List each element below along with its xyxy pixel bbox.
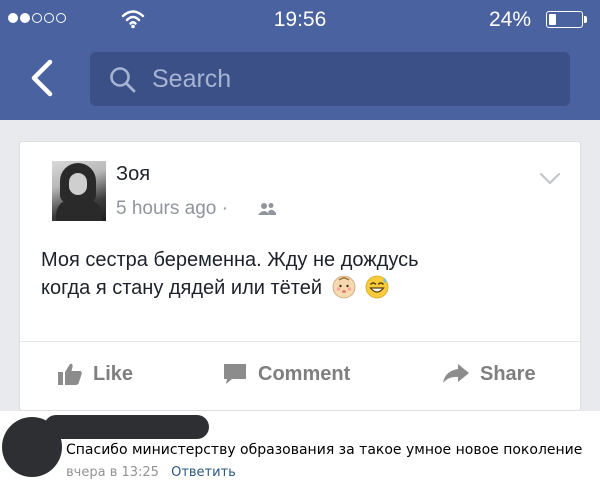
back-button[interactable] [22,56,62,100]
like-label: Like [93,362,134,385]
thumbs-up-icon [58,363,82,385]
comment-icon [224,364,246,384]
grinning-sweat-icon [365,275,389,299]
reply-link[interactable]: Ответить [171,465,236,480]
search-placeholder: Search [152,65,232,93]
author-avatar[interactable] [52,161,106,221]
battery-tip [584,16,587,23]
comment-label: Comment [258,362,351,385]
comment-item: Спасибо министерству образования за тако… [0,411,600,489]
app-header: 19:56 24% Search [0,0,600,120]
status-bar: 19:56 24% [0,0,600,40]
comment-time: вчера в 13:25 [66,465,159,480]
share-button[interactable]: Share [442,362,536,386]
search-input[interactable]: Search [90,52,570,106]
friends-icon [258,203,276,215]
share-icon [443,364,469,383]
post-text-line-1: Моя сестра беременна. Жду не дождусь [41,249,419,271]
like-button[interactable]: Like [57,362,133,386]
comment-button[interactable]: Comment [222,362,350,386]
battery-percentage: 24% [489,8,532,31]
comment-meta: вчера в 13:25 Ответить [66,465,236,480]
post-text: Моя сестра беременна. Жду не дождусь ког… [41,246,561,302]
battery-fill [549,14,556,25]
post-timestamp[interactable]: 5 hours ago · [116,198,228,220]
chevron-down-icon[interactable] [539,172,561,186]
redacted-name [44,415,209,439]
post-actions: Like Comment Share [20,342,580,410]
battery-icon [546,11,583,28]
back-chevron-icon [31,59,53,97]
search-icon [110,67,136,93]
baby-face-icon [332,275,355,299]
author-name[interactable]: Зоя [116,163,150,186]
avatar-body [56,199,102,221]
post-card: Зоя 5 hours ago · Моя сестра беременна. … [19,141,581,411]
comment-text: Спасибо министерству образования за тако… [66,442,583,458]
avatar-face [69,173,87,195]
post-text-line-2: когда я стану дядей или тётей [41,277,322,299]
share-label: Share [480,362,536,385]
